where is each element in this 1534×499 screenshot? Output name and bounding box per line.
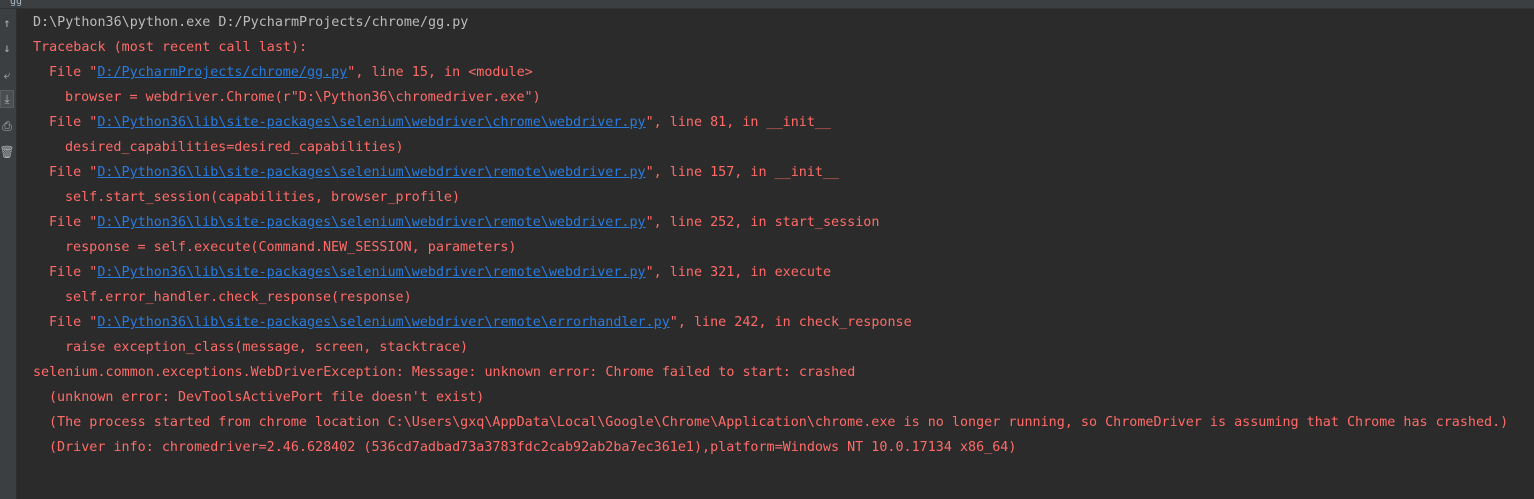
file-link[interactable]: D:\Python36\lib\site-packages\selenium\w… — [97, 115, 645, 130]
traceback-frame-line: File "D:/PycharmProjects/chrome/gg.py", … — [33, 60, 1524, 85]
frame-prefix: File " — [49, 115, 98, 130]
command-line: D:\Python36\python.exe D:/PycharmProject… — [33, 10, 1524, 35]
error-line: raise exception_class(message, screen, s… — [33, 335, 1524, 360]
frame-prefix: File " — [49, 265, 98, 280]
frame-suffix: ", line 242, in check_response — [669, 315, 912, 330]
frame-prefix: File " — [49, 215, 98, 230]
file-link[interactable]: D:\Python36\lib\site-packages\selenium\w… — [97, 165, 645, 180]
traceback-frame-line: File "D:\Python36\lib\site-packages\sele… — [33, 260, 1524, 285]
scroll-to-end-icon[interactable]: ⤓ — [0, 90, 14, 108]
error-line: (The process started from chrome locatio… — [33, 410, 1524, 435]
file-link[interactable]: D:\Python36\lib\site-packages\selenium\w… — [97, 265, 645, 280]
up-arrow-icon[interactable]: ↑ — [0, 13, 14, 33]
console-output: D:\Python36\python.exe D:/PycharmProject… — [33, 10, 1524, 460]
line-text: self.start_session(capabilities, browser… — [65, 190, 461, 205]
frame-suffix: ", line 157, in __init__ — [645, 165, 840, 180]
error-line: (unknown error: DevToolsActivePort file … — [33, 385, 1524, 410]
error-line: Traceback (most recent call last): — [33, 35, 1524, 60]
down-arrow-icon[interactable]: ↓ — [0, 38, 14, 58]
error-line: selenium.common.exceptions.WebDriverExce… — [33, 360, 1524, 385]
line-text: desired_capabilities=desired_capabilitie… — [65, 140, 404, 155]
trash-icon[interactable]: 🗑 — [0, 142, 15, 162]
frame-suffix: ", line 81, in __init__ — [645, 115, 832, 130]
frame-suffix: ", line 15, in <module> — [347, 65, 533, 80]
line-text: D:\Python36\python.exe D:/PycharmProject… — [33, 15, 469, 30]
print-icon[interactable]: ⎙ — [0, 116, 14, 136]
frame-prefix: File " — [49, 65, 98, 80]
error-line: self.start_session(capabilities, browser… — [33, 185, 1524, 210]
error-line: (Driver info: chromedriver=2.46.628402 (… — [33, 435, 1524, 460]
traceback-frame-line: File "D:\Python36\lib\site-packages\sele… — [33, 110, 1524, 135]
traceback-frame-line: File "D:\Python36\lib\site-packages\sele… — [33, 310, 1524, 335]
frame-suffix: ", line 321, in execute — [645, 265, 832, 280]
run-tab-label[interactable]: gg — [10, 0, 50, 8]
traceback-frame-line: File "D:\Python36\lib\site-packages\sele… — [33, 160, 1524, 185]
frame-prefix: File " — [49, 165, 98, 180]
error-line: desired_capabilities=desired_capabilitie… — [33, 135, 1524, 160]
line-text: (The process started from chrome locatio… — [49, 415, 1509, 430]
file-link[interactable]: D:/PycharmProjects/chrome/gg.py — [97, 65, 347, 80]
soft-wrap-icon[interactable]: ⤶ — [0, 65, 14, 85]
error-line: browser = webdriver.Chrome(r"D:\Python36… — [33, 85, 1524, 110]
error-line: response = self.execute(Command.NEW_SESS… — [33, 235, 1524, 260]
file-link[interactable]: D:\Python36\lib\site-packages\selenium\w… — [97, 315, 669, 330]
line-text: raise exception_class(message, screen, s… — [65, 340, 469, 355]
console-toolbar: ↑ ↓ ⤶ ⤓ ⎙ 🗑 — [0, 9, 17, 499]
file-link[interactable]: D:\Python36\lib\site-packages\selenium\w… — [97, 215, 645, 230]
line-text: browser = webdriver.Chrome(r"D:\Python36… — [65, 90, 541, 105]
line-text: selenium.common.exceptions.WebDriverExce… — [33, 365, 856, 380]
frame-suffix: ", line 252, in start_session — [645, 215, 880, 230]
editor-tab-strip: gg — [0, 0, 1534, 9]
line-text: Traceback (most recent call last): — [33, 40, 308, 55]
line-text: response = self.execute(Command.NEW_SESS… — [65, 240, 517, 255]
frame-prefix: File " — [49, 315, 98, 330]
line-text: (unknown error: DevToolsActivePort file … — [49, 390, 485, 405]
line-text: self.error_handler.check_response(respon… — [65, 290, 412, 305]
error-line: self.error_handler.check_response(respon… — [33, 285, 1524, 310]
line-text: (Driver info: chromedriver=2.46.628402 (… — [49, 440, 1017, 455]
traceback-frame-line: File "D:\Python36\lib\site-packages\sele… — [33, 210, 1524, 235]
